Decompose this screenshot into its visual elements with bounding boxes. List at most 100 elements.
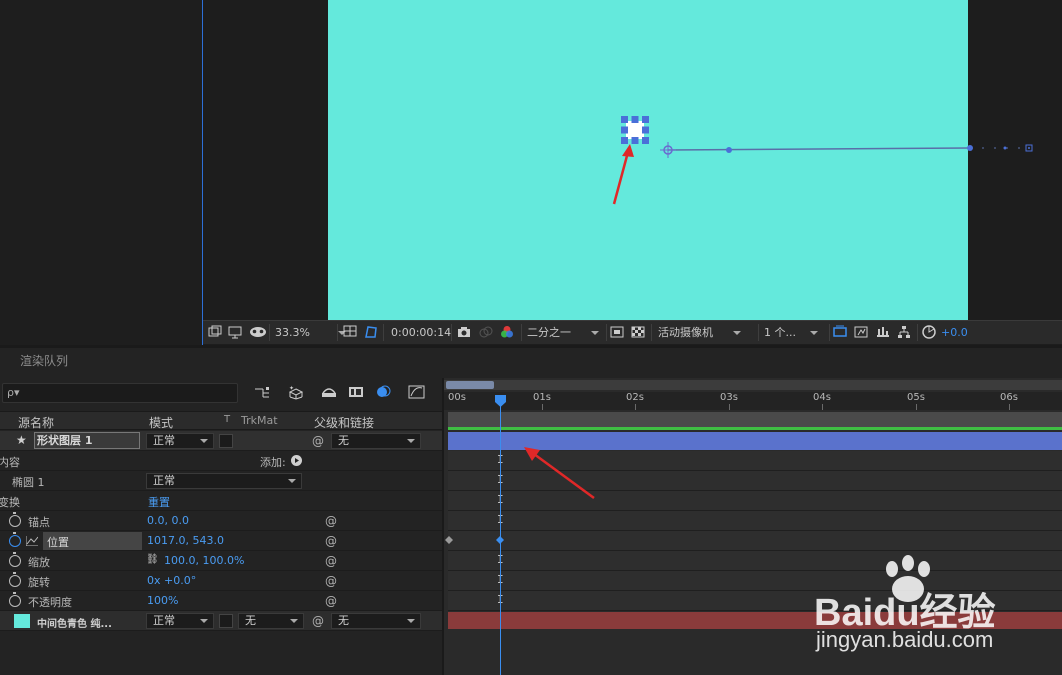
t-column[interactable]: T: [224, 414, 230, 425]
opacity-row[interactable]: 不透明度 100% @: [0, 591, 442, 611]
ellipse-mode-dropdown[interactable]: 正常: [146, 473, 302, 489]
motion-path[interactable]: [660, 140, 1040, 160]
stopwatch-icon[interactable]: [9, 592, 21, 607]
transform-row[interactable]: 变换 重置: [0, 491, 442, 511]
svg-text:✦: ✦: [289, 385, 294, 392]
shape-layer-mode-dropdown[interactable]: 正常: [146, 433, 214, 449]
transparency-grid-icon[interactable]: [631, 325, 645, 339]
anchor-point-value[interactable]: 0.0, 0.0: [147, 514, 189, 527]
pickwhip-icon[interactable]: @: [325, 514, 337, 528]
snapshot-camera-icon[interactable]: [457, 325, 471, 339]
toggle-pixel-aspect-icon[interactable]: [833, 325, 847, 339]
composition-mini-flowchart-icon[interactable]: [254, 386, 270, 400]
solid-layer-parent-dropdown[interactable]: 无: [331, 613, 421, 629]
shape-layer-name[interactable]: 形状图层 1: [34, 432, 140, 449]
frame-blending-icon[interactable]: [348, 385, 364, 399]
grid-guides-icon[interactable]: [343, 325, 357, 339]
graph-editor-icon[interactable]: [408, 384, 426, 400]
rotation-row[interactable]: 旋转 0x +0.0° @: [0, 571, 442, 591]
annotation-arrow-timeline: [524, 447, 595, 500]
region-of-interest-icon[interactable]: [610, 325, 624, 339]
zoom-value: 33.3%: [275, 326, 310, 339]
transform-reset-link[interactable]: 重置: [148, 494, 170, 510]
pickwhip-icon[interactable]: @: [325, 554, 337, 568]
contents-row[interactable]: 内容 添加:: [0, 451, 442, 471]
mode-column[interactable]: 模式: [149, 414, 173, 431]
monitor-icon[interactable]: [228, 325, 242, 339]
add-label: 添加:: [260, 456, 286, 469]
solid-layer-mode-dropdown[interactable]: 正常: [146, 613, 214, 629]
reset-exposure-icon[interactable]: [922, 325, 936, 339]
pickwhip-icon[interactable]: @: [312, 614, 324, 628]
add-play-icon[interactable]: [291, 455, 302, 466]
playhead-handle[interactable]: [495, 395, 506, 407]
time-navigator-thumb[interactable]: [446, 381, 494, 389]
show-snapshot-icon[interactable]: [479, 325, 493, 339]
ruler-label: 03s: [720, 392, 738, 403]
solid-layer-name[interactable]: 中间色青色 纯...: [37, 615, 112, 630]
always-preview-icon[interactable]: [208, 325, 222, 339]
work-area-bar[interactable]: [448, 412, 1062, 428]
property-name: 位置: [47, 536, 69, 549]
channel-rgb-icon[interactable]: [500, 325, 514, 339]
track-matte-checkbox[interactable]: [219, 614, 233, 628]
stopwatch-active-icon[interactable]: [9, 532, 21, 547]
trkmat-column[interactable]: TrkMat: [241, 414, 278, 427]
star-icon: ★: [16, 433, 27, 447]
graph-icon[interactable]: [26, 536, 38, 546]
position-row[interactable]: 位置 1017.0, 543.0 @: [0, 531, 442, 551]
motion-blur-icon[interactable]: [374, 384, 392, 400]
track-matte-checkbox[interactable]: [219, 434, 233, 448]
current-time-display[interactable]: 0:00:00:14: [391, 324, 451, 341]
hide-shy-layers-icon[interactable]: [321, 385, 337, 399]
camera-dropdown[interactable]: 活动摄像机: [658, 324, 741, 341]
stopwatch-icon[interactable]: [9, 512, 21, 527]
layer-row-shape[interactable]: ★ 形状图层 1 正常 @ 无: [0, 431, 442, 451]
layer-search-input[interactable]: ρ▾: [2, 383, 238, 403]
views-dropdown[interactable]: 1 个...: [764, 324, 818, 341]
keyframe-diamond[interactable]: [445, 536, 453, 544]
solid-layer-parent-value: 无: [338, 614, 349, 627]
composition-canvas[interactable]: [328, 0, 968, 320]
layer-row-solid[interactable]: 中间色青色 纯... 正常 无 @ 无: [0, 611, 442, 631]
time-navigator[interactable]: [444, 380, 1062, 390]
pickwhip-icon[interactable]: @: [312, 434, 324, 448]
mask-path-icon[interactable]: [364, 325, 378, 339]
pickwhip-icon[interactable]: @: [325, 574, 337, 588]
shape-layer-parent-dropdown[interactable]: 无: [331, 433, 421, 449]
pickwhip-icon[interactable]: @: [325, 534, 337, 548]
mask-visibility-icon[interactable]: [249, 325, 267, 339]
transform-label: 变换: [0, 496, 20, 509]
draft-3d-icon[interactable]: ✦: [287, 384, 305, 400]
project-panel: [0, 0, 202, 345]
exposure-value[interactable]: +0.0: [941, 324, 968, 341]
shape-layer-mode-value: 正常: [153, 434, 175, 447]
solid-color-swatch: [14, 614, 30, 628]
fast-previews-icon[interactable]: [854, 325, 868, 339]
rotation-value[interactable]: 0x +0.0°: [147, 574, 196, 587]
camera-value: 活动摄像机: [658, 326, 713, 339]
zoom-dropdown[interactable]: 33.3%: [275, 324, 346, 341]
render-queue-tab[interactable]: 渲染队列: [20, 352, 68, 369]
parent-link-column[interactable]: 父级和链接: [314, 414, 374, 431]
playhead-line: [500, 402, 501, 675]
constrain-link-icon[interactable]: ⛓: [146, 554, 159, 565]
opacity-value[interactable]: 100%: [147, 594, 178, 607]
scale-row[interactable]: 缩放 ⛓ 100.0, 100.0% @: [0, 551, 442, 571]
anchor-point-row[interactable]: 锚点 0.0, 0.0 @: [0, 511, 442, 531]
stopwatch-icon[interactable]: [9, 572, 21, 587]
position-value[interactable]: 1017.0, 543.0: [147, 534, 224, 547]
stopwatch-icon[interactable]: [9, 552, 21, 567]
watermark-url: jingyan.baidu.com: [816, 627, 994, 652]
ellipse-row[interactable]: 椭圆 1 正常: [0, 471, 442, 491]
resolution-dropdown[interactable]: 二分之一: [527, 324, 599, 341]
pickwhip-icon[interactable]: @: [325, 594, 337, 608]
solid-layer-trkmat-value: 无: [245, 614, 256, 627]
source-name-column[interactable]: 源名称: [18, 414, 54, 431]
baidu-watermark: Baidu经验 jingyan.baidu.com: [812, 555, 1062, 665]
solid-layer-trkmat-dropdown[interactable]: 无: [238, 613, 304, 629]
timeline-icon[interactable]: [876, 325, 890, 339]
scale-value[interactable]: 100.0, 100.0%: [164, 554, 244, 567]
shape-layer-handles[interactable]: [621, 116, 649, 144]
flowchart-icon[interactable]: [897, 325, 911, 339]
